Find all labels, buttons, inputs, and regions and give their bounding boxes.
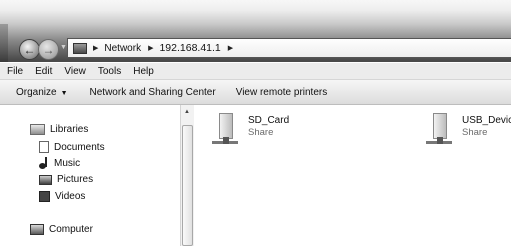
scroll-up-arrow-icon[interactable]: ▲ — [184, 109, 190, 115]
nav-item-label: Pictures — [57, 174, 94, 185]
nav-item-label: Documents — [54, 141, 105, 153]
navigation-pane: Libraries Documents Music Pictures Video… — [0, 105, 180, 246]
nav-item-pictures[interactable]: Pictures — [39, 174, 93, 185]
computer-icon — [30, 224, 44, 235]
nav-item-label: Videos — [55, 191, 86, 202]
breadcrumb-chevron-icon[interactable]: ▶ — [148, 44, 153, 52]
breadcrumb-network[interactable]: Network — [104, 43, 141, 54]
nav-item-label: Computer — [49, 224, 93, 235]
nav-item-documents[interactable]: Documents — [39, 141, 105, 153]
menu-view[interactable]: View — [64, 66, 86, 77]
nav-item-label: Libraries — [50, 124, 89, 135]
documents-icon — [39, 141, 49, 153]
nav-item-videos[interactable]: Videos — [39, 191, 85, 202]
organize-button[interactable]: Organize ▼ — [16, 87, 68, 98]
nav-item-libraries[interactable]: Libraries — [30, 124, 88, 135]
network-sharing-center-button[interactable]: Network and Sharing Center — [90, 87, 216, 98]
libraries-icon — [30, 124, 45, 135]
back-arrow-icon: ← — [23, 42, 36, 57]
pictures-icon — [39, 174, 52, 185]
menu-edit[interactable]: Edit — [35, 66, 52, 77]
network-share-icon — [426, 113, 452, 149]
network-icon — [73, 42, 87, 54]
forward-button[interactable]: → — [38, 39, 59, 60]
window-edge — [0, 24, 8, 62]
nav-pane-scrollbar[interactable]: ▲ — [180, 105, 194, 246]
music-note-icon — [39, 157, 49, 169]
share-type: Share — [462, 127, 488, 138]
nav-item-label: Music — [54, 157, 81, 169]
command-bar: Organize ▼ Network and Sharing Center Vie… — [0, 80, 511, 105]
organize-label: Organize — [16, 86, 57, 98]
network-share-icon — [212, 113, 238, 149]
view-remote-printers-button[interactable]: View remote printers — [236, 87, 328, 98]
menu-help[interactable]: Help — [133, 66, 154, 77]
breadcrumb-ip[interactable]: 192.168.41.1 — [159, 42, 220, 54]
nav-item-music[interactable]: Music — [39, 157, 80, 169]
share-name: USB_Device — [462, 115, 511, 126]
videos-icon — [39, 191, 50, 202]
nav-item-computer[interactable]: Computer — [30, 224, 93, 235]
menu-file[interactable]: File — [7, 66, 23, 77]
menu-tools[interactable]: Tools — [98, 66, 121, 77]
back-button[interactable]: ← — [19, 39, 40, 60]
menu-bar: File Edit View Tools Help — [0, 63, 511, 80]
forward-arrow-icon: → — [42, 42, 55, 57]
breadcrumb-chevron-icon[interactable]: ▶ — [228, 44, 233, 52]
chevron-down-icon: ▼ — [60, 89, 68, 97]
share-item-usb-device[interactable]: USB_Device Share — [426, 113, 511, 149]
recent-pages-dropdown[interactable]: ▼ — [60, 44, 67, 51]
share-name: SD_Card — [248, 115, 290, 126]
address-bar[interactable]: ▶ Network ▶ 192.168.41.1 ▶ — [67, 38, 511, 58]
breadcrumb-chevron-icon[interactable]: ▶ — [93, 44, 98, 52]
share-type: Share — [248, 127, 274, 138]
file-list: SD_Card Share USB_Device Share — [194, 105, 511, 246]
scrollbar-thumb[interactable] — [182, 125, 193, 246]
share-item-sd-card[interactable]: SD_Card Share — [212, 113, 289, 149]
